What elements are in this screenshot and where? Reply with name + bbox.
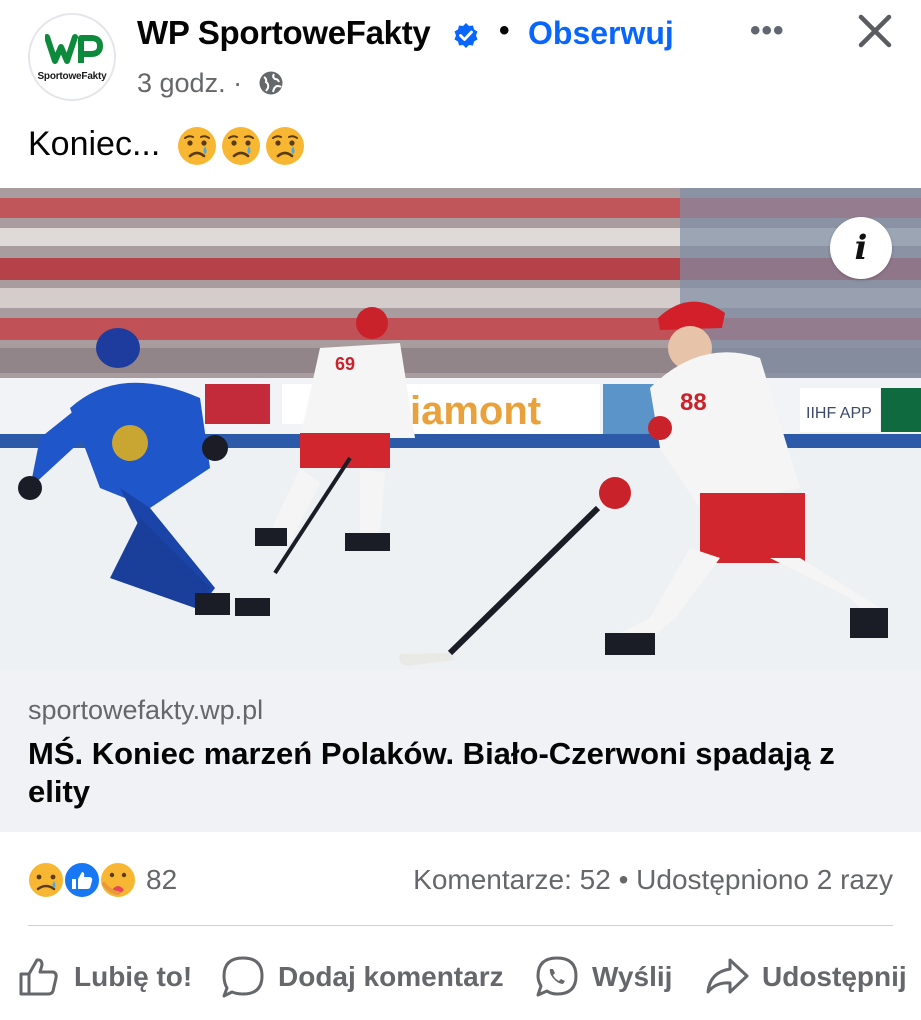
jersey-number-left: 69 <box>335 354 355 374</box>
like-label: Lubię to! <box>74 961 193 992</box>
like-reaction-icon <box>63 861 101 899</box>
link-headline[interactable]: MŚ. Koniec marzeń Polaków. Biało-Czerwon… <box>28 735 888 811</box>
board-ad-text: iamont <box>410 389 541 433</box>
post-image[interactable]: iamont IIHF APP 69 88 <box>0 188 921 670</box>
care-reaction-icon <box>99 861 137 899</box>
avatar-caption: SportoweFakty <box>37 71 107 82</box>
crying-face-icon <box>177 127 216 166</box>
comment-button[interactable]: Dodaj komentarz <box>220 950 504 1004</box>
more-options-icon[interactable]: ••• <box>750 14 785 48</box>
wp-logo-icon <box>45 34 103 64</box>
crying-face-icon <box>265 127 304 166</box>
iihf-ad-text: IIHF APP <box>806 405 872 422</box>
jersey-number-right: 88 <box>680 389 707 416</box>
link-domain: sportowefakty.wp.pl <box>28 695 264 725</box>
divider <box>28 925 893 926</box>
reaction-count[interactable]: 82 <box>146 864 177 896</box>
post-text: Koniec... <box>28 125 306 167</box>
post-timestamp[interactable]: 3 godz. · <box>137 68 242 99</box>
hockey-scene-image: iamont IIHF APP 69 88 <box>0 188 921 670</box>
post-text-content: Koniec... <box>28 125 161 163</box>
page-avatar[interactable]: SportoweFakty <box>28 13 116 101</box>
crying-face-icon <box>221 127 260 166</box>
close-icon[interactable] <box>856 12 894 50</box>
verified-badge-icon <box>454 23 478 48</box>
like-button[interactable]: Lubię to! <box>16 950 192 1004</box>
reaction-icons[interactable] <box>26 860 138 900</box>
comment-label: Dodaj komentarz <box>278 961 504 992</box>
send-label: Wyślij <box>592 961 673 992</box>
sad-reaction-icon <box>27 861 65 899</box>
thumbs-up-icon <box>19 958 58 996</box>
whatsapp-icon <box>536 956 578 997</box>
share-label: Udostępnij <box>762 961 907 992</box>
send-button[interactable]: Wyślij <box>534 950 672 1004</box>
separator: • <box>499 14 510 47</box>
emoji-group <box>176 125 306 167</box>
follow-button[interactable]: Obserwuj <box>528 15 674 52</box>
comment-bubble-icon <box>222 956 264 998</box>
comments-shares-info[interactable]: Komentarze: 52 • Udostępniono 2 razy <box>413 864 893 896</box>
info-button[interactable]: i <box>830 217 892 279</box>
globe-icon <box>259 71 283 95</box>
share-arrow-icon <box>706 958 749 994</box>
post-header: SportoweFakty WP SportoweFakty • Obserwu… <box>0 0 921 118</box>
page-name[interactable]: WP SportoweFakty <box>137 14 431 52</box>
share-button[interactable]: Udostępnij <box>704 950 907 1004</box>
